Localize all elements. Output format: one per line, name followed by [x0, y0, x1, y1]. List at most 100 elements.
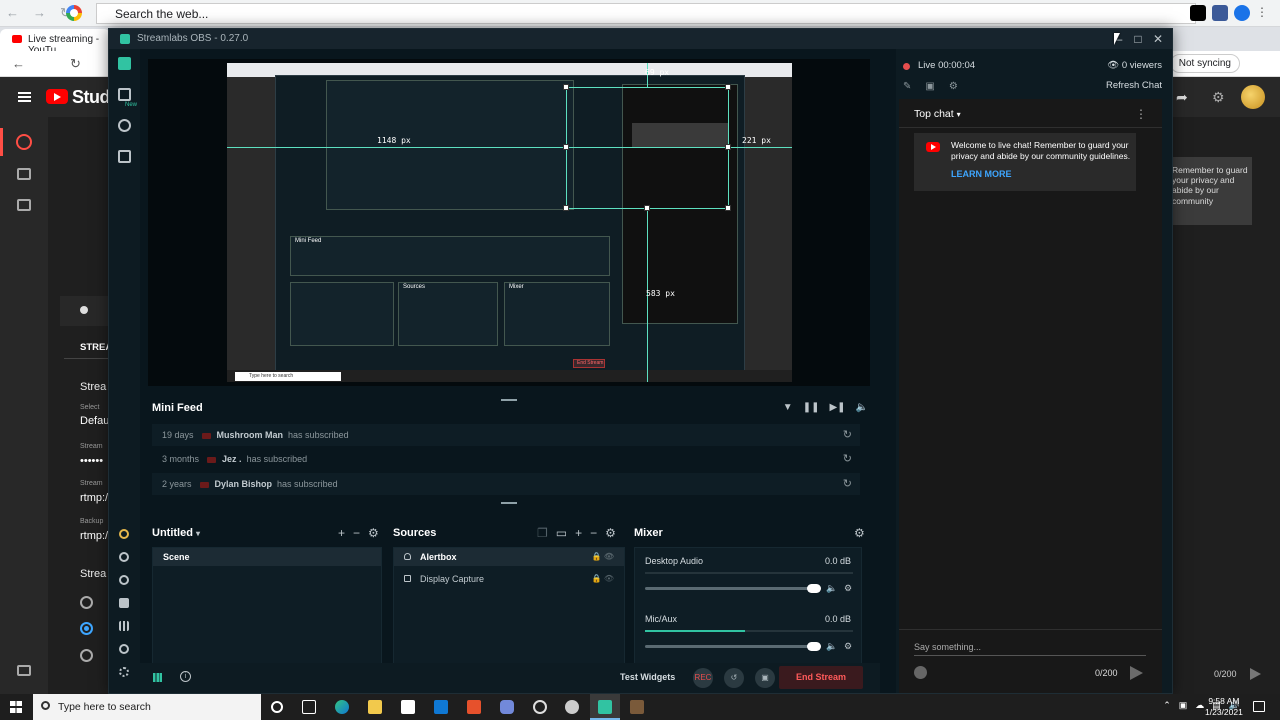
layout-grid-icon[interactable] — [119, 598, 129, 608]
resize-handle[interactable] — [644, 205, 650, 211]
resize-handle[interactable] — [563, 84, 569, 90]
menu-dots-icon[interactable]: ⋮ — [1256, 5, 1272, 21]
remove-icon[interactable]: − — [590, 526, 597, 540]
preview-display-capture[interactable]: Mini Feed Sources Mixer End Stream Type … — [227, 63, 792, 382]
cortana-icon[interactable] — [271, 701, 283, 713]
add-icon[interactable]: + — [338, 526, 345, 540]
forward-arrow-icon[interactable]: → — [33, 5, 46, 21]
yt-send-icon[interactable] — [1250, 668, 1261, 680]
volume-slider-knob[interactable] — [807, 584, 821, 593]
studio-mode-icon[interactable] — [119, 621, 129, 631]
chevron-up-icon[interactable]: ⌃ — [1163, 700, 1171, 711]
replay-icon[interactable]: ↻ — [843, 473, 852, 495]
back-arrow-icon[interactable]: ← — [12, 56, 25, 71]
mail-icon[interactable] — [434, 700, 448, 714]
cloud-icon[interactable]: ☁ — [1195, 700, 1204, 711]
minecraft-icon[interactable] — [630, 700, 644, 714]
volume-slider[interactable] — [645, 587, 815, 590]
taskbar-search[interactable]: Type here to search — [33, 694, 261, 720]
settings-gear-icon[interactable]: ⚙ — [949, 81, 958, 92]
windows-start-icon[interactable] — [10, 701, 22, 713]
share-icon[interactable]: ➦ — [1176, 89, 1192, 105]
chat-input[interactable]: Say something... — [914, 642, 1146, 656]
folder-icon[interactable]: ▭ — [556, 526, 567, 540]
performance-stats-icon[interactable] — [153, 673, 162, 682]
stream-preview[interactable]: Mini Feed Sources Mixer End Stream Type … — [148, 59, 870, 386]
edit-pencil-icon[interactable]: ✎ — [903, 81, 911, 92]
store-icon[interactable] — [118, 150, 131, 163]
yt-stream-url-value[interactable]: rtmp:/ — [80, 492, 108, 504]
dashboard-icon[interactable] — [119, 552, 129, 562]
test-widgets-label[interactable]: Test Widgets — [620, 672, 675, 682]
discord-icon[interactable] — [500, 700, 514, 714]
record-button[interactable]: REC — [693, 668, 713, 688]
file-explorer-icon[interactable] — [368, 700, 382, 714]
skip-icon[interactable]: ▶❚ — [829, 402, 845, 413]
info-icon[interactable]: i — [180, 671, 191, 682]
volume-slider-knob[interactable] — [807, 642, 821, 651]
back-arrow-icon[interactable]: ← — [6, 5, 19, 21]
maximize-icon[interactable]: □ — [1131, 32, 1145, 46]
widgets-tools-icon[interactable] — [118, 119, 131, 132]
avatar[interactable] — [1241, 85, 1265, 109]
preview-resize-bar[interactable] — [501, 399, 517, 401]
library-icon[interactable] — [118, 88, 131, 101]
settings-gear-icon[interactable]: ⚙ — [1212, 89, 1228, 105]
facebook-icon[interactable] — [1212, 5, 1228, 21]
remove-icon[interactable]: − — [353, 526, 360, 540]
settings-gear-icon[interactable]: ⚙ — [844, 641, 852, 652]
profile-icon[interactable] — [1234, 5, 1250, 21]
settings-gear-icon[interactable]: ⚙ — [854, 526, 865, 540]
settings-gear-icon[interactable]: ⚙ — [844, 583, 852, 594]
feedback-icon[interactable] — [17, 665, 31, 676]
camera-icon[interactable] — [17, 168, 31, 180]
settings-gear-icon[interactable]: ⚙ — [605, 526, 616, 540]
reload-icon[interactable]: ↻ — [70, 56, 81, 72]
edge-icon[interactable] — [335, 700, 349, 714]
more-options-icon[interactable]: ⋮ — [1135, 107, 1147, 121]
office-icon[interactable] — [467, 700, 481, 714]
replay-icon[interactable]: ↻ — [843, 424, 852, 446]
learn-more-link[interactable]: LEARN MORE — [951, 169, 1012, 179]
resize-handle[interactable] — [725, 84, 731, 90]
emoji-icon[interactable] — [914, 666, 927, 679]
streamlabs-taskbar-icon[interactable] — [598, 700, 612, 714]
visibility-eye-icon[interactable]: 🔒 👁 — [592, 552, 614, 561]
clapperboard-icon[interactable]: ▣ — [925, 81, 934, 92]
top-chat-dropdown[interactable]: Top chat ▾ — [914, 108, 961, 120]
hamburger-menu-icon[interactable] — [18, 92, 31, 94]
speaker-icon[interactable]: 🔈 — [826, 583, 837, 594]
close-icon[interactable]: ✕ — [1151, 32, 1165, 46]
live-broadcast-icon[interactable] — [16, 134, 32, 150]
schedule-button[interactable]: ▣ — [755, 668, 775, 688]
pause-icon[interactable]: ❚❚ — [803, 402, 820, 413]
resize-handle[interactable] — [725, 144, 731, 150]
speaker-icon[interactable]: 🔈 — [826, 641, 837, 652]
refresh-chat-button[interactable]: Refresh Chat — [1106, 80, 1162, 91]
resize-handle[interactable] — [563, 144, 569, 150]
visibility-eye-icon[interactable]: 🔒 👁 — [592, 574, 614, 583]
end-stream-button[interactable]: End Stream — [779, 666, 863, 689]
address-bar[interactable]: Search the web... — [96, 3, 1196, 24]
send-icon[interactable] — [1130, 666, 1143, 680]
tab-live-streaming[interactable]: Live streaming - YouTu — [0, 29, 110, 56]
prime-icon[interactable] — [119, 529, 129, 539]
group-icon[interactable]: ❐ — [537, 526, 548, 540]
app-tray-icon[interactable]: ▣ — [1179, 700, 1188, 711]
replay-icon[interactable]: ↻ — [843, 448, 852, 470]
task-view-icon[interactable] — [302, 700, 316, 714]
yt-radio-option-2[interactable] — [80, 622, 93, 635]
add-icon[interactable]: + — [575, 526, 582, 540]
settings-gear-icon[interactable]: ⚙ — [368, 526, 379, 540]
resize-handle[interactable] — [563, 205, 569, 211]
store-icon[interactable] — [401, 700, 415, 714]
volume-slider[interactable] — [645, 645, 815, 648]
calendar-icon[interactable] — [17, 199, 31, 211]
replay-buffer-button[interactable]: ↺ — [724, 668, 744, 688]
steam-icon[interactable] — [533, 700, 547, 714]
taskbar-clock[interactable]: 9:58 AM 1/23/2021 — [1205, 696, 1243, 718]
resize-handle[interactable] — [725, 205, 731, 211]
settings-gear-icon[interactable] — [119, 667, 129, 677]
scene-item[interactable]: Scene — [153, 548, 381, 566]
yt-default-value[interactable]: Defau — [80, 415, 109, 427]
